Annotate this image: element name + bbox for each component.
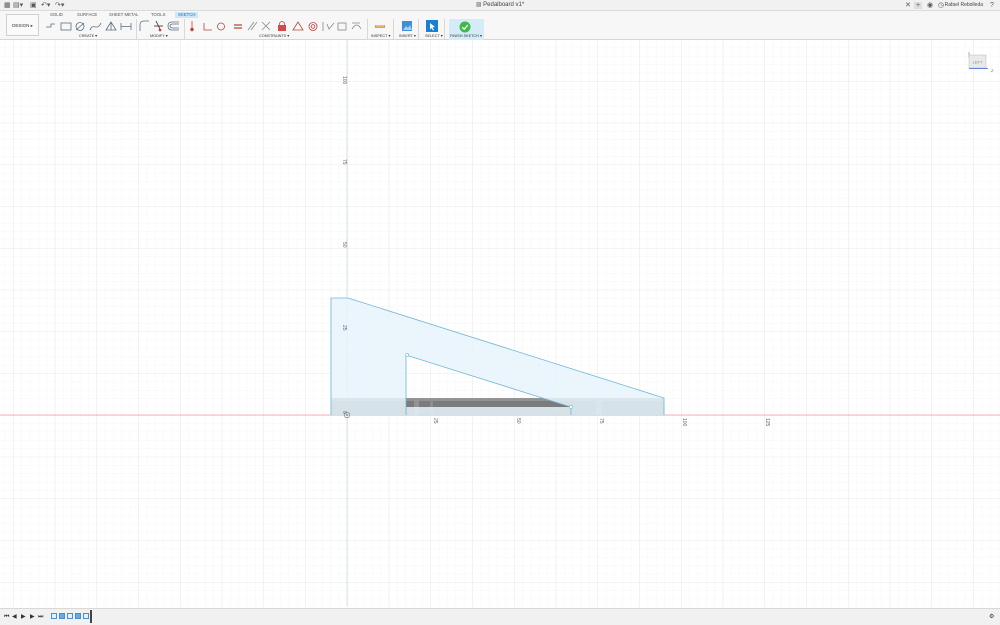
modify-menu[interactable]: MODIFY ▾ <box>150 34 168 39</box>
insert-menu[interactable]: INSERT ▾ <box>399 34 416 39</box>
last-icon[interactable]: ⏭ <box>38 614 43 620</box>
perpendicular-icon <box>261 21 271 31</box>
measure-icon[interactable] <box>374 20 386 32</box>
finish-sketch-menu[interactable]: FINISH SKETCH ▾ <box>450 34 482 39</box>
new-tab-icon[interactable]: + <box>914 2 922 9</box>
h-ruler-label: 25 <box>432 418 438 424</box>
tangent-icon <box>308 22 318 31</box>
help-icon[interactable]: ? <box>990 2 994 9</box>
constraint-tools <box>190 21 362 32</box>
finish-sketch-icon <box>459 21 471 33</box>
constraints-menu[interactable]: CONSTRAINTS ▾ <box>259 34 289 39</box>
document-title-text: Pedalboard v1* <box>483 2 525 8</box>
sketch-point[interactable] <box>405 353 409 357</box>
v-ruler-label: 50 <box>341 242 347 248</box>
h-ruler-label: 50 <box>515 418 521 424</box>
h-ruler-label: 125 <box>764 418 770 427</box>
parallel-icon <box>247 21 258 31</box>
tab-solid[interactable]: SOLID <box>47 12 66 18</box>
tab-surface[interactable]: SURFACE <box>74 12 100 18</box>
timeline-marker[interactable] <box>90 610 92 623</box>
grid-major <box>0 40 1000 607</box>
midpoint-icon <box>292 21 304 31</box>
smooth-icon <box>322 22 335 31</box>
select-icon[interactable] <box>426 20 438 32</box>
toolbar-ribbon: DESIGN ▸ SOLID SURFACE SHEET METAL TOOLS… <box>0 11 1000 40</box>
spline-icon <box>89 22 102 31</box>
user-name[interactable]: Rafael Rebolleda <box>945 1 983 10</box>
inspect-menu[interactable]: INSPECT ▾ <box>371 34 390 39</box>
prev-icon[interactable]: ◀ <box>12 614 17 620</box>
separator <box>393 19 394 39</box>
concentric-icon <box>217 22 225 31</box>
modify-tools <box>139 20 179 32</box>
timeline-sketch-item[interactable] <box>83 613 89 619</box>
h-ruler-label: 75 <box>598 418 604 424</box>
create-tools <box>46 21 132 31</box>
tab-sketch[interactable]: SKETCH <box>175 12 199 18</box>
triangle-icon <box>105 21 117 31</box>
timeline-settings-icon[interactable]: ⚙ <box>989 614 994 620</box>
close-tab-icon[interactable]: ✕ <box>905 2 911 9</box>
line-icon <box>46 23 55 28</box>
z-axis-label: Z <box>991 68 994 73</box>
workspace-dropdown[interactable]: DESIGN ▸ <box>6 14 39 36</box>
fix-icon <box>278 25 286 31</box>
timeline-sketch-item[interactable] <box>51 613 57 619</box>
equal-icon <box>234 24 242 29</box>
separator <box>136 19 137 39</box>
separator <box>444 19 445 39</box>
sketch-viewport[interactable]: 100 75 50 25 0 25 50 75 100 125 <box>0 40 1000 607</box>
dimension-icon <box>120 23 132 30</box>
document-title: ▩ Pedalboard v1* <box>0 1 1000 10</box>
extensions-icon[interactable]: ◉ <box>927 2 933 9</box>
rectangle-icon <box>60 22 72 31</box>
first-icon[interactable]: ⏮ <box>4 614 9 620</box>
v-ruler-label: 100 <box>341 76 347 85</box>
separator <box>184 19 185 39</box>
offset-icon <box>167 21 179 31</box>
timeline-body-item[interactable] <box>75 613 81 619</box>
v-ruler-label: 75 <box>341 159 347 165</box>
design-canvas[interactable]: 100 75 50 25 0 25 50 75 100 125 LEFT Z <box>0 40 1000 607</box>
play-icon[interactable]: ▶ <box>21 614 26 620</box>
view-cube[interactable]: LEFT <box>968 52 988 70</box>
tab-sheet-metal[interactable]: SHEET METAL <box>106 12 141 18</box>
curvature-icon <box>351 22 362 30</box>
create-menu[interactable]: CREATE ▾ <box>79 34 97 39</box>
job-status-icon[interactable]: ◷ <box>938 2 944 9</box>
sketch-point[interactable] <box>569 405 573 409</box>
select-menu[interactable]: SELECT ▾ <box>425 34 443 39</box>
origin-center <box>346 414 348 416</box>
timeline-sketch-item[interactable] <box>67 613 73 619</box>
next-icon[interactable]: ▶ <box>30 614 35 620</box>
h-ruler-label: 100 <box>681 418 687 427</box>
timeline-body-item[interactable] <box>59 613 65 619</box>
separator <box>418 19 419 39</box>
view-cube-label: LEFT <box>973 60 983 65</box>
timeline-bar: ⏮ ◀ ▶ ▶ ⏭ ⚙ <box>0 608 1000 625</box>
v-ruler-label: 0 <box>341 411 347 414</box>
title-bar: ▦ ▤▾ ▣ ↶▾ ↷▾ ▩ Pedalboard v1* ✕ + ◉ ◷ Ra… <box>0 0 1000 11</box>
insert-image-icon[interactable] <box>401 20 413 32</box>
fillet-icon <box>139 20 149 31</box>
trim-icon <box>154 20 163 32</box>
v-ruler-label: 25 <box>341 325 347 331</box>
tab-tools[interactable]: TOOLS <box>148 12 169 18</box>
symmetry-icon <box>337 22 347 31</box>
collinear-icon <box>203 23 212 31</box>
separator <box>367 19 368 39</box>
